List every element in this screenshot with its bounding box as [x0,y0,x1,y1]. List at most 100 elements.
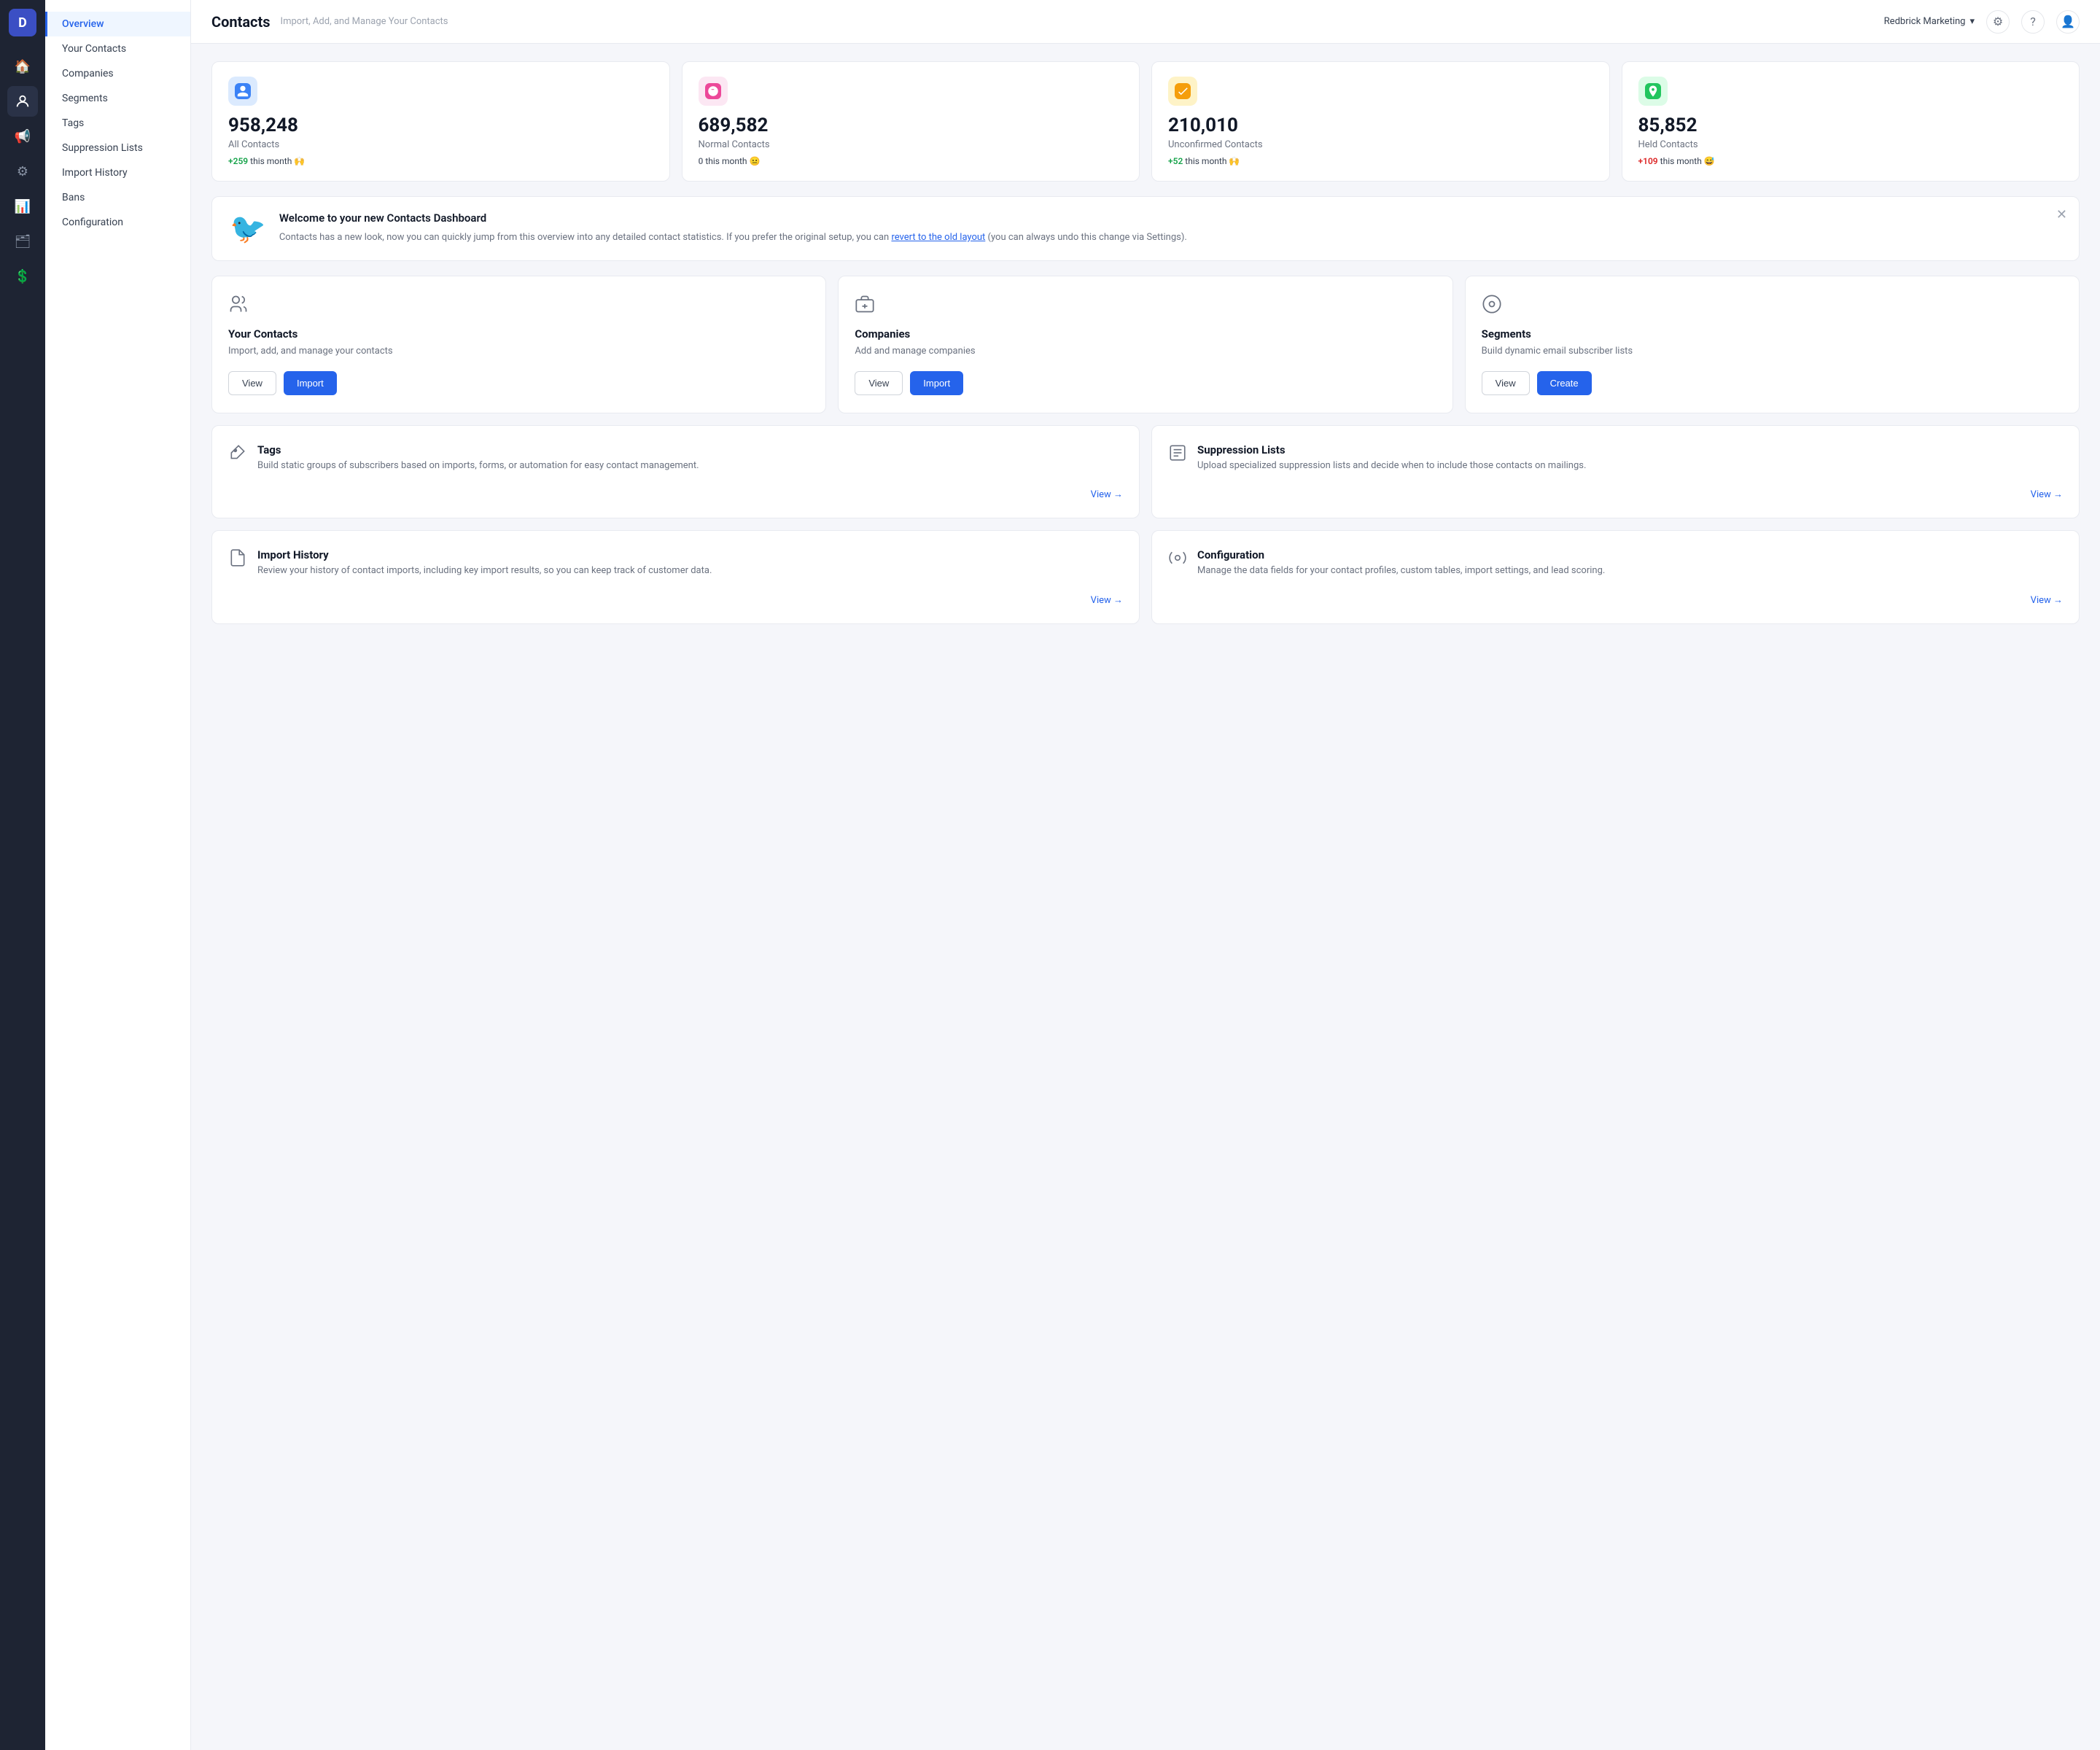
topbar-right: Redbrick Marketing ▾ ⚙ ? 👤 [1884,10,2080,34]
your-contacts-card-title: Your Contacts [228,327,809,341]
stat-normal-contacts: 689,582 Normal Contacts 0 this month 😐 [682,61,1140,182]
help-icon[interactable]: ? [2021,10,2045,34]
all-contacts-label: All Contacts [228,139,653,150]
sidebar-item-your-contacts[interactable]: Your Contacts [45,36,190,61]
sidebar-item-overview[interactable]: Overview [45,12,190,36]
feature-card-your-contacts: Your Contacts Import, add, and manage yo… [211,276,826,413]
import-history-card-icon [228,548,247,572]
feature-cards-row-2: Tags Build static groups of subscribers … [211,425,2080,518]
welcome-banner-title: Welcome to your new Contacts Dashboard [279,211,1187,225]
companies-card-icon [855,294,1436,319]
held-contacts-number: 85,852 [1638,114,2064,136]
nav-automation[interactable]: ⚙ [7,156,38,187]
held-contacts-label: Held Contacts [1638,139,2064,150]
segments-card-actions: View Create [1482,371,2063,395]
app-nav: D 🏠 📢 ⚙ 📊 🗂 💲 [0,0,45,1750]
normal-contacts-icon [699,77,728,106]
tags-view-link[interactable]: View → [228,489,1123,500]
import-history-card-title: Import History [257,548,712,561]
stat-held-contacts: 85,852 Held Contacts +109 this month 😅 [1622,61,2080,182]
feature-cards-row-3: Import History Review your history of co… [211,530,2080,623]
your-contacts-card-icon [228,294,809,319]
unconfirmed-contacts-label: Unconfirmed Contacts [1168,139,1593,150]
segments-card-title: Segments [1482,327,2063,341]
sidebar: Overview Your Contacts Companies Segment… [45,0,191,1750]
sidebar-item-tags[interactable]: Tags [45,111,190,136]
sidebar-item-suppression-lists[interactable]: Suppression Lists [45,136,190,160]
page-subtitle: Import, Add, and Manage Your Contacts [281,16,448,27]
your-contacts-view-button[interactable]: View [228,371,276,395]
suppression-lists-view-link[interactable]: View → [1168,489,2063,500]
unconfirmed-contacts-icon [1168,77,1197,106]
close-banner-button[interactable]: ✕ [2056,207,2067,222]
configuration-view-link[interactable]: View → [1168,594,2063,606]
nav-campaigns[interactable]: 📢 [7,121,38,152]
org-selector[interactable]: Redbrick Marketing ▾ [1884,16,1975,27]
companies-card-desc: Add and manage companies [855,345,1436,358]
feature-card-import-history: Import History Review your history of co… [211,530,1140,623]
companies-import-button[interactable]: Import [910,371,963,395]
tags-card-title: Tags [257,443,699,456]
content-area: 958,248 All Contacts +259 this month 🙌 6… [191,44,2100,1750]
sidebar-item-segments[interactable]: Segments [45,86,190,111]
configuration-card-desc: Manage the data fields for your contact … [1197,564,1605,578]
all-contacts-icon [228,77,257,106]
normal-contacts-number: 689,582 [699,114,1124,136]
normal-contacts-change: 0 this month 😐 [699,156,1124,166]
feature-cards-row-1: Your Contacts Import, add, and manage yo… [211,276,2080,413]
org-name: Redbrick Marketing [1884,16,1966,27]
sidebar-item-import-history[interactable]: Import History [45,160,190,185]
nav-billing[interactable]: 💲 [7,261,38,292]
page-title: Contacts [211,13,271,31]
welcome-banner-illustration: 🐦 [230,211,266,246]
main-area: Contacts Import, Add, and Manage Your Co… [191,0,2100,1750]
normal-contacts-label: Normal Contacts [699,139,1124,150]
segments-create-button[interactable]: Create [1537,371,1592,395]
stats-row: 958,248 All Contacts +259 this month 🙌 6… [211,61,2080,182]
held-contacts-icon [1638,77,1668,106]
companies-view-button[interactable]: View [855,371,903,395]
all-contacts-number: 958,248 [228,114,653,136]
sidebar-item-configuration[interactable]: Configuration [45,210,190,235]
stat-unconfirmed-contacts: 210,010 Unconfirmed Contacts +52 this mo… [1151,61,1610,182]
feature-card-segments: Segments Build dynamic email subscriber … [1465,276,2080,413]
your-contacts-card-desc: Import, add, and manage your contacts [228,345,809,358]
unconfirmed-contacts-number: 210,010 [1168,114,1593,136]
tags-card-icon [228,443,247,467]
sidebar-item-companies[interactable]: Companies [45,61,190,86]
settings-icon[interactable]: ⚙ [1986,10,2010,34]
welcome-banner-content: Welcome to your new Contacts Dashboard C… [279,211,1187,245]
your-contacts-import-button[interactable]: Import [284,371,337,395]
nav-reports[interactable]: 📊 [7,191,38,222]
sidebar-item-bans[interactable]: Bans [45,185,190,210]
user-icon[interactable]: 👤 [2056,10,2080,34]
app-logo[interactable]: D [9,9,36,36]
configuration-card-icon [1168,548,1187,572]
held-contacts-change: +109 this month 😅 [1638,156,2064,166]
suppression-lists-card-desc: Upload specialized suppression lists and… [1197,459,1586,472]
revert-layout-link[interactable]: revert to the old layout [891,232,985,243]
welcome-banner-body: Contacts has a new look, now you can qui… [279,230,1187,245]
stat-all-contacts: 958,248 All Contacts +259 this month 🙌 [211,61,670,182]
segments-card-icon [1482,294,2063,319]
feature-card-companies: Companies Add and manage companies View … [838,276,1452,413]
segments-card-desc: Build dynamic email subscriber lists [1482,345,2063,358]
segments-view-button[interactable]: View [1482,371,1530,395]
chevron-down-icon: ▾ [1969,16,1975,27]
topbar: Contacts Import, Add, and Manage Your Co… [191,0,2100,44]
welcome-banner: 🐦 Welcome to your new Contacts Dashboard… [211,196,2080,261]
feature-card-configuration: Configuration Manage the data fields for… [1151,530,2080,623]
companies-card-actions: View Import [855,371,1436,395]
nav-contacts[interactable] [7,86,38,117]
unconfirmed-contacts-change: +52 this month 🙌 [1168,156,1593,166]
tags-card-desc: Build static groups of subscribers based… [257,459,699,472]
nav-templates[interactable]: 🗂 [7,226,38,257]
import-history-view-link[interactable]: View → [228,594,1123,606]
nav-home[interactable]: 🏠 [7,51,38,82]
configuration-card-title: Configuration [1197,548,1605,561]
all-contacts-change: +259 this month 🙌 [228,156,653,166]
feature-card-tags: Tags Build static groups of subscribers … [211,425,1140,518]
import-history-card-desc: Review your history of contact imports, … [257,564,712,578]
your-contacts-card-actions: View Import [228,371,809,395]
suppression-lists-card-title: Suppression Lists [1197,443,1586,456]
